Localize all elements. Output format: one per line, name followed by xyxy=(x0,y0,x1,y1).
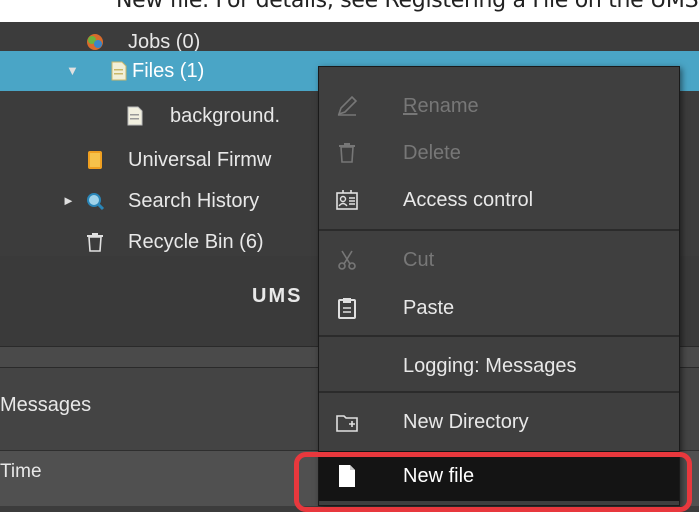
scissors-icon xyxy=(338,250,356,270)
menu-item-new-file[interactable]: New file xyxy=(319,451,679,501)
time-header-label: Time xyxy=(0,461,42,482)
new-file-icon xyxy=(339,465,355,487)
menu-item-access-control[interactable]: Access control xyxy=(319,175,679,225)
pencil-icon xyxy=(337,95,358,116)
tree-item-label: Universal Firmw xyxy=(128,149,272,171)
trash-icon xyxy=(339,143,355,163)
tree-item-label: background. xyxy=(170,105,281,127)
menu-item-label: Cut xyxy=(403,249,435,271)
recycle-bin-icon xyxy=(87,233,103,252)
access-control-icon xyxy=(336,190,358,210)
menu-item-delete[interactable]: Delete xyxy=(319,128,679,178)
menu-item-rename[interactable]: Rename xyxy=(319,81,679,131)
firmware-icon xyxy=(88,151,102,169)
menu-item-label: Access control xyxy=(403,189,534,211)
menu-item-paste[interactable]: Paste xyxy=(319,283,679,333)
jobs-icon xyxy=(87,34,103,50)
rename-rest: ename xyxy=(417,95,479,117)
menu-item-label: Logging: Messages xyxy=(403,355,577,377)
file-icon xyxy=(127,106,143,126)
menu-item-label: New Directory xyxy=(403,411,529,433)
document-text-strip: New file. For details, see Registering a… xyxy=(0,0,699,22)
menu-item-label: Paste xyxy=(403,297,455,319)
tree-item-label: Search History xyxy=(128,190,260,212)
menu-item-label: Delete xyxy=(403,142,461,164)
context-menu: Rename Delete Access control Cut Paste L… xyxy=(318,66,680,506)
expand-arrow-icon[interactable]: ▼ xyxy=(66,51,79,91)
file-icon xyxy=(111,61,127,81)
menu-item-label: New file xyxy=(403,465,475,487)
tree-item-label: Files (1) xyxy=(132,60,205,82)
clipboard-icon xyxy=(338,298,356,319)
folder-icon xyxy=(336,415,358,432)
menu-item-new-directory[interactable]: New Directory xyxy=(319,397,679,447)
menu-item-logging-messages[interactable]: Logging: Messages xyxy=(319,341,679,391)
rename-mnemonic: R xyxy=(403,95,418,117)
menu-item-label: Rename xyxy=(403,81,479,131)
document-text: New file. For details, see Registering a… xyxy=(116,0,699,13)
menu-item-cut[interactable]: Cut xyxy=(319,235,679,285)
menu-separator xyxy=(319,391,679,393)
menu-separator xyxy=(319,335,679,337)
ums-title: UMS xyxy=(252,285,303,307)
search-icon xyxy=(87,193,105,211)
messages-label: Messages xyxy=(0,394,92,416)
expand-arrow-icon[interactable]: ► xyxy=(62,181,75,221)
menu-separator xyxy=(319,229,679,231)
